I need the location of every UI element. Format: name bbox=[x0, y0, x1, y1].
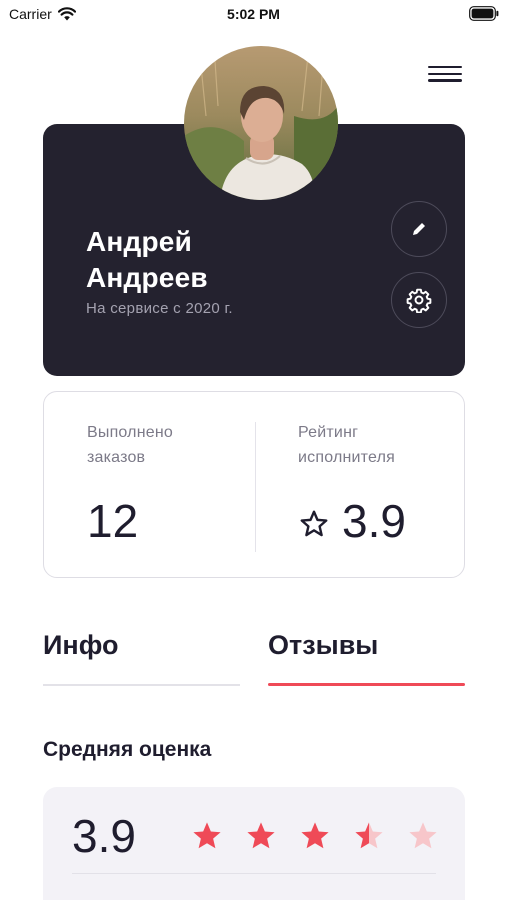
gear-icon bbox=[406, 288, 432, 313]
edit-profile-button[interactable] bbox=[391, 201, 447, 257]
star-icon bbox=[409, 822, 437, 849]
tab-reviews-underline bbox=[268, 683, 465, 686]
star-icon bbox=[247, 822, 275, 849]
tab-info-underline bbox=[43, 684, 240, 686]
tab-info-label: Инфо bbox=[43, 630, 119, 660]
member-since: На сервисе с 2020 г. bbox=[86, 300, 233, 317]
battery-icon bbox=[469, 6, 499, 21]
profile-name: Андрей Андреев bbox=[86, 224, 208, 296]
edit-icon bbox=[413, 223, 425, 235]
average-rating-panel: 3.9 bbox=[43, 787, 465, 900]
menu-icon[interactable] bbox=[428, 66, 462, 88]
rating-label: Рейтинг исполнителя bbox=[298, 420, 395, 470]
rating-label-line1: Рейтинг bbox=[298, 424, 359, 441]
tab-reviews-label: Отзывы bbox=[268, 630, 379, 660]
rating-label-line2: исполнителя bbox=[298, 449, 395, 466]
clock: 5:02 PM bbox=[227, 6, 280, 22]
status-bar: Carrier 5:02 PM bbox=[0, 0, 507, 30]
avatar[interactable] bbox=[184, 46, 338, 200]
panel-divider bbox=[72, 873, 436, 874]
average-rating-title: Средняя оценка bbox=[43, 738, 212, 761]
stats-divider bbox=[255, 422, 256, 552]
last-name: Андреев bbox=[86, 262, 208, 293]
star-icon bbox=[355, 822, 383, 849]
tab-info[interactable]: Инфо bbox=[43, 628, 240, 686]
orders-label: Выполнено заказов bbox=[87, 420, 173, 470]
star-icon bbox=[301, 822, 329, 849]
orders-value: 12 bbox=[87, 495, 139, 547]
star-outline-icon bbox=[300, 510, 328, 537]
star-icon bbox=[193, 822, 221, 849]
first-name: Андрей bbox=[86, 226, 192, 257]
tab-reviews[interactable]: Отзывы bbox=[268, 628, 465, 686]
stats-card: Выполнено заказов 12 Рейтинг исполнителя… bbox=[43, 391, 465, 578]
rating-value: 3.9 bbox=[342, 495, 406, 547]
settings-button[interactable] bbox=[391, 272, 447, 328]
orders-label-line2: заказов bbox=[87, 449, 146, 466]
avatar-photo bbox=[184, 46, 338, 200]
orders-label-line1: Выполнено bbox=[87, 424, 173, 441]
average-rating-value: 3.9 bbox=[72, 810, 136, 862]
rating-stars bbox=[191, 820, 439, 852]
